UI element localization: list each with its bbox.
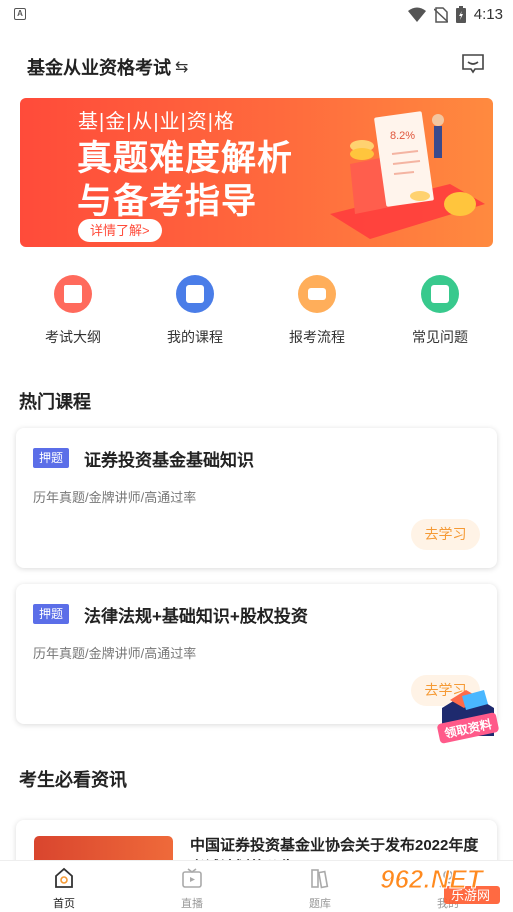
quick-item-syllabus[interactable]: 考试大纲 [28,272,118,347]
exam-switcher[interactable]: 基金从业资格考试 ⇆ [27,54,188,80]
tab-home[interactable]: 首页 [24,867,104,911]
tab-label: 直播 [181,898,203,910]
course-card[interactable]: 押题 证券投资基金基础知识 历年真题/金牌讲师/高通过率 去学习 [16,428,497,568]
course-desc: 历年真题/金牌讲师/高通过率 [33,490,197,505]
app-header: 基金从业资格考试 ⇆ [0,44,513,88]
tab-label: 题库 [309,898,331,910]
quick-label: 常见问题 [412,329,468,345]
course-book-icon [176,275,214,313]
quick-item-my-courses[interactable]: 我的课程 [150,272,240,347]
promo-banner[interactable]: 基|金|从|业|资|格 真题难度解析 与备考指导 详情了解> 8.2% [20,98,493,247]
swap-icon: ⇆ [175,59,189,76]
home-icon [55,867,73,888]
page-title: 基金从业资格考试 [27,58,171,78]
news-section-title: 考生必看资讯 [19,770,127,790]
course-tag: 押题 [33,448,69,468]
books-icon [311,869,329,889]
message-icon[interactable] [461,53,485,75]
notification-icon: A [14,8,26,20]
hot-courses-title: 热门课程 [19,392,91,412]
status-icons: 4:13 [407,6,503,23]
course-title: 法律法规+基础知识+股权投资 [84,607,308,626]
free-materials-badge[interactable]: 领取资料 [436,688,500,748]
tab-live[interactable]: 直播 [152,867,232,911]
quick-item-registration-process[interactable]: 报考流程 [272,272,362,347]
wifi-icon [407,7,426,22]
quick-label: 我的课程 [167,329,223,345]
course-desc: 历年真题/金牌讲师/高通过率 [33,646,197,661]
tab-label: 首页 [53,898,75,910]
study-button[interactable]: 去学习 [411,519,480,550]
tab-question-bank[interactable]: 题库 [280,867,360,911]
live-tv-icon [182,868,202,888]
banner-headline-2: 与备考指导 [77,182,258,221]
quick-entry-grid: 考试大纲 我的课程 报考流程 常见问题 [0,272,513,352]
course-title: 证券投资基金基础知识 [84,451,254,470]
quick-label: 考试大纲 [45,329,101,345]
folder-icon [54,275,92,313]
question-icon [421,275,459,313]
banner-illustration: 8.2% [330,111,485,239]
no-sim-icon [433,6,448,23]
course-card[interactable]: 押题 法律法规+基础知识+股权投资 历年真题/金牌讲师/高通过率 去学习 [16,584,497,724]
banner-percent: 8.2% [390,130,415,142]
battery-icon [455,6,466,23]
course-tag: 押题 [33,604,69,624]
quick-item-faq[interactable]: 常见问题 [395,272,485,347]
watermark-sub: 乐游网 [451,888,490,903]
site-watermark: 962.NET 乐游网 [380,864,500,904]
process-card-icon [298,275,336,313]
quick-label: 报考流程 [289,329,345,345]
clock: 4:13 [473,6,503,23]
status-bar: A 4:13 [0,0,513,30]
banner-detail-button[interactable]: 详情了解> [78,219,162,242]
